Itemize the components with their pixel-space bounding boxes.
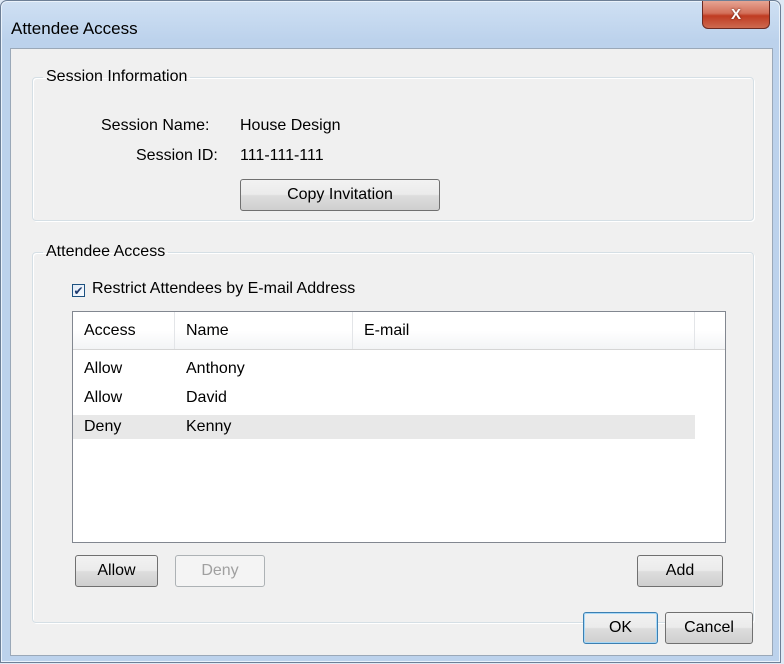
window-title: Attendee Access — [11, 19, 138, 38]
row-access: Allow — [84, 389, 123, 406]
restrict-attendees-label[interactable]: Restrict Attendees by E-mail Address — [92, 280, 355, 298]
ok-button[interactable]: OK — [583, 612, 658, 644]
session-id-label: Session ID: — [136, 147, 218, 164]
row-name: David — [186, 389, 227, 406]
attendee-list[interactable]: Access Name E-mail Allow Anthony Allow D… — [72, 311, 726, 543]
column-header-email[interactable]: E-mail — [353, 312, 695, 349]
attendee-access-legend: Attendee Access — [46, 243, 166, 260]
session-name-label: Session Name: — [101, 117, 210, 134]
row-name: Kenny — [186, 418, 232, 435]
column-header-filler — [695, 312, 725, 349]
close-icon: X — [730, 6, 741, 23]
copy-invitation-button[interactable]: Copy Invitation — [240, 179, 440, 211]
restrict-attendees-checkbox[interactable]: ✔ — [72, 284, 85, 297]
title-bar[interactable]: Attendee Access X — [1, 1, 780, 49]
column-header-name[interactable]: Name — [175, 312, 353, 349]
close-button[interactable]: X — [702, 1, 770, 29]
attendee-list-header: Access Name E-mail — [73, 312, 725, 350]
row-name: Anthony — [186, 360, 245, 377]
table-row[interactable]: Deny Kenny — [73, 415, 695, 439]
table-row[interactable]: Allow Anthony — [73, 357, 695, 381]
checkmark-icon: ✔ — [73, 283, 84, 298]
session-information-legend: Session Information — [46, 68, 188, 85]
column-header-access[interactable]: Access — [73, 312, 175, 349]
allow-button[interactable]: Allow — [75, 555, 158, 587]
row-access: Deny — [84, 418, 122, 435]
row-access: Allow — [84, 360, 123, 377]
session-name-value: House Design — [240, 117, 341, 134]
dialog-client-area: Session Information Session Name: House … — [10, 48, 773, 656]
table-row[interactable]: Allow David — [73, 386, 695, 410]
deny-button[interactable]: Deny — [175, 555, 265, 587]
session-id-value: 111-111-111 — [240, 147, 324, 164]
add-button[interactable]: Add — [637, 555, 723, 587]
dialog-window: Attendee Access X Session Information Se… — [0, 0, 781, 663]
cancel-button[interactable]: Cancel — [665, 612, 753, 644]
